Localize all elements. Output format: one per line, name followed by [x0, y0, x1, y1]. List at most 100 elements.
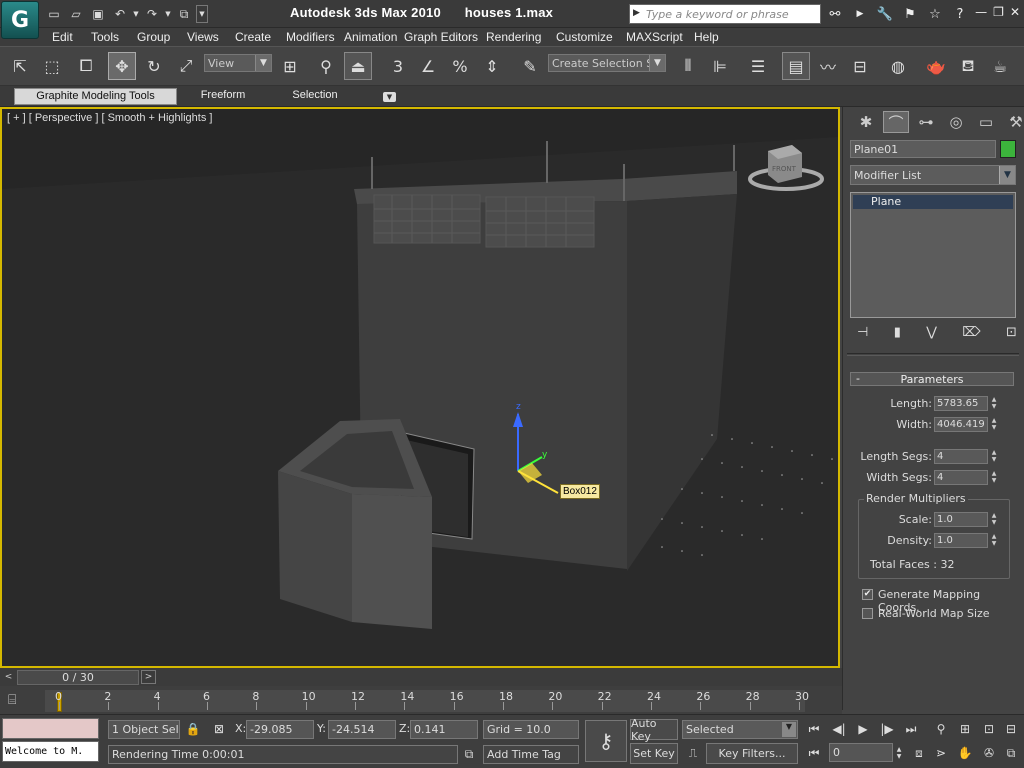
length-spinner-icon[interactable]: ▲ ▼: [989, 396, 999, 411]
graphite-modeling-toggle-icon[interactable]: ▤: [782, 52, 810, 80]
key-mode-dropdown[interactable]: Selected ▼: [682, 720, 798, 739]
mini-curve-editor-icon[interactable]: ⌸: [8, 692, 32, 708]
project-folder-icon[interactable]: ⧉: [174, 5, 194, 23]
undo-dropdown-icon[interactable]: ▼: [132, 5, 140, 23]
hierarchy-tab-icon[interactable]: ⊶: [913, 111, 939, 133]
menu-group[interactable]: Group: [137, 30, 170, 44]
set-key-icon[interactable]: ⚷: [585, 720, 627, 762]
density-spinner-icon[interactable]: ▲ ▼: [989, 533, 999, 548]
width-segs-field[interactable]: 4: [934, 470, 988, 485]
time-slider-thumb[interactable]: 0 / 30: [17, 670, 139, 685]
help-icon[interactable]: ?: [949, 4, 971, 24]
modifier-list-dropdown[interactable]: Modifier List ▼: [850, 165, 1016, 185]
infocenter-search-input[interactable]: ▶ Type a keyword or phrase: [629, 4, 821, 24]
window-crossing-icon[interactable]: ⧠: [72, 52, 100, 80]
real-world-map-checkbox[interactable]: Real-World Map Size: [862, 607, 1022, 621]
subscription-icon[interactable]: ▶: [849, 4, 871, 24]
zoom-extents-icon[interactable]: ⊡: [978, 719, 1000, 739]
remove-modifier-icon[interactable]: ⌦: [962, 325, 980, 340]
scale-spinner-icon[interactable]: ▲ ▼: [989, 512, 999, 527]
absolute-mode-icon[interactable]: ⊠: [208, 719, 230, 739]
create-tab-icon[interactable]: ✱: [853, 111, 879, 133]
mirror-icon[interactable]: ⫴: [674, 52, 702, 80]
snaps-toggle-icon[interactable]: 3: [384, 52, 412, 80]
restore-icon[interactable]: ❐: [993, 5, 1004, 19]
percent-snap-icon[interactable]: %: [446, 52, 474, 80]
time-configuration-icon[interactable]: ⧈: [908, 743, 930, 763]
motion-tab-icon[interactable]: ◎: [943, 111, 969, 133]
width-spinner-icon[interactable]: ▲ ▼: [989, 417, 999, 432]
render-setup-icon[interactable]: 🫖: [922, 52, 950, 80]
ribbon-options-icon[interactable]: ▼: [383, 92, 396, 102]
menu-create[interactable]: Create: [235, 30, 271, 44]
binoculars-icon[interactable]: ⚯: [824, 4, 846, 24]
field-of-view-icon[interactable]: ⋗: [930, 743, 952, 763]
menu-views[interactable]: Views: [187, 30, 219, 44]
selection-lock-icon[interactable]: 🔒: [182, 719, 204, 739]
menu-maxscript[interactable]: MAXScript: [626, 30, 683, 44]
maxscript-mini-listener[interactable]: [2, 718, 99, 739]
spinner-snap-icon[interactable]: ⇕: [478, 52, 506, 80]
length-segs-field[interactable]: 4: [934, 449, 988, 464]
go-to-end-icon[interactable]: ⏭: [900, 719, 922, 739]
menu-modifiers[interactable]: Modifiers: [286, 30, 335, 44]
schematic-view-icon[interactable]: ⊟: [846, 52, 874, 80]
align-icon[interactable]: ⊫: [706, 52, 734, 80]
show-end-result-icon[interactable]: ▮: [894, 325, 901, 340]
redo-dropdown-icon[interactable]: ▼: [164, 5, 172, 23]
select-scale-icon[interactable]: ⤢: [172, 52, 200, 80]
length-segs-spinner-icon[interactable]: ▲ ▼: [989, 449, 999, 464]
pivot-center-icon[interactable]: ⊞: [276, 52, 304, 80]
select-manipulate-icon[interactable]: ⚲: [312, 52, 340, 80]
y-coordinate-field[interactable]: -24.514: [328, 720, 396, 739]
material-editor-icon[interactable]: ◍: [884, 52, 912, 80]
width-field[interactable]: 4046.419: [934, 417, 988, 432]
z-coordinate-field[interactable]: 0.141: [410, 720, 478, 739]
set-key-button[interactable]: Set Key: [630, 743, 678, 764]
key-filters-button[interactable]: Key Filters...: [706, 743, 798, 764]
menu-customize[interactable]: Customize: [556, 30, 613, 44]
open-file-icon[interactable]: ▱: [66, 5, 86, 23]
display-tab-icon[interactable]: ▭: [973, 111, 999, 133]
menu-tools[interactable]: Tools: [91, 30, 119, 44]
timeline-ruler[interactable]: 0 2 4 6 8 10 12 14 16 18 20 22 24 26 28 30: [45, 690, 809, 712]
tab-freeform[interactable]: Freeform: [188, 88, 258, 105]
minimize-icon[interactable]: —: [975, 5, 987, 19]
select-move-icon[interactable]: ✥: [108, 52, 136, 80]
save-file-icon[interactable]: ▣: [88, 5, 108, 23]
named-selection-dropdown[interactable]: Create Selection Se ▼: [548, 54, 666, 72]
undo-icon[interactable]: ↶: [110, 5, 130, 23]
zoom-icon[interactable]: ⚲: [930, 719, 952, 739]
auto-key-button[interactable]: Auto Key: [630, 717, 678, 743]
time-slider-next-icon[interactable]: >: [141, 670, 156, 684]
scale-field[interactable]: 1.0: [934, 512, 988, 527]
add-time-tag-button[interactable]: Add Time Tag: [483, 745, 579, 764]
generate-mapping-checkbox[interactable]: ✔ Generate Mapping Coords.: [862, 588, 1022, 614]
x-coordinate-field[interactable]: -29.085: [246, 720, 314, 739]
modifier-stack-item[interactable]: Plane: [853, 195, 1013, 209]
menu-edit[interactable]: Edit: [52, 30, 73, 44]
redo-icon[interactable]: ↷: [142, 5, 162, 23]
edit-named-selection-icon[interactable]: ✎: [516, 52, 544, 80]
parameters-rollout-header[interactable]: - Parameters: [850, 372, 1014, 386]
menu-help[interactable]: Help: [694, 30, 719, 44]
maximize-viewport-icon[interactable]: ⧉: [1000, 743, 1022, 763]
reference-coordinate-dropdown[interactable]: View ▼: [204, 54, 272, 72]
tab-graphite-modeling-tools[interactable]: Graphite Modeling Tools: [14, 88, 177, 105]
quick-access-dropdown-icon[interactable]: ▼: [196, 5, 208, 23]
angle-snap-icon[interactable]: ∠: [414, 52, 442, 80]
time-slider-prev-icon[interactable]: <: [1, 670, 16, 684]
quick-render-icon[interactable]: ☕: [986, 52, 1014, 80]
zoom-all-icon[interactable]: ⊞: [954, 719, 976, 739]
make-unique-icon[interactable]: ⋁: [926, 325, 937, 340]
tab-selection[interactable]: Selection: [280, 88, 350, 105]
density-field[interactable]: 1.0: [934, 533, 988, 548]
current-frame-field[interactable]: 0: [829, 743, 893, 762]
select-rotate-icon[interactable]: ↻: [140, 52, 168, 80]
key-mode-toggle-icon[interactable]: ⏮: [803, 743, 825, 763]
default-tangents-icon[interactable]: ⎍: [682, 743, 704, 763]
favorites-star-icon[interactable]: ☆: [924, 4, 946, 24]
pan-view-icon[interactable]: ✋: [954, 743, 976, 763]
zoom-extents-all-icon[interactable]: ⊟: [1000, 719, 1022, 739]
search-expand-icon[interactable]: ▶: [633, 8, 640, 18]
